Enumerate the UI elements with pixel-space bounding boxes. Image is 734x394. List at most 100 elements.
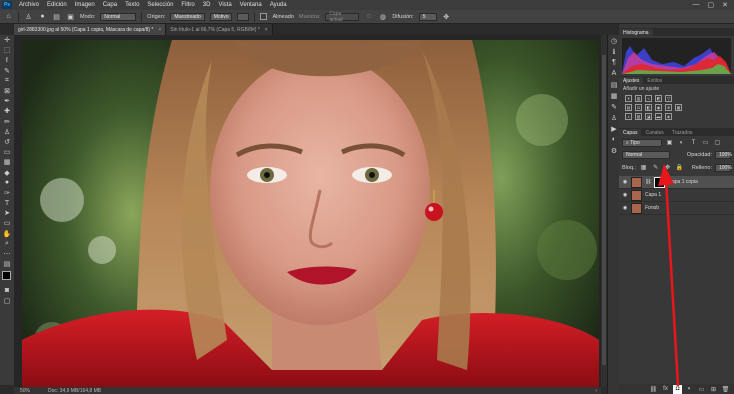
diffusion-input[interactable]: 5 — [418, 12, 437, 21]
menu-archivo[interactable]: Archivo — [15, 2, 43, 8]
color-swatches[interactable] — [0, 269, 14, 285]
sampled-button[interactable]: Muestreado — [170, 12, 205, 21]
channel-mixer-icon[interactable]: ⊕ — [665, 104, 672, 111]
quick-mask-icon[interactable]: ◙ — [0, 285, 14, 295]
tab-untitled-document[interactable]: Sin título-1 al 66,7% (Capa 5, RGB/8#) *… — [166, 24, 273, 35]
menu-vista[interactable]: Vista — [214, 2, 235, 8]
type-filter-icon[interactable]: T — [689, 138, 698, 147]
tab-channels[interactable]: Canales — [641, 129, 667, 136]
minimize-icon[interactable]: — — [693, 1, 700, 9]
threshold-icon[interactable]: ◪ — [645, 113, 652, 120]
gradient-tool-icon[interactable]: ▦ — [0, 157, 14, 167]
pen-tool-icon[interactable]: ✑ — [0, 188, 14, 198]
opacity-input[interactable]: 100% — [715, 151, 732, 159]
screen-mode-icon[interactable]: ▢ — [0, 296, 14, 306]
home-icon[interactable]: ⌂ — [4, 12, 13, 21]
color-lookup-icon[interactable]: ▦ — [675, 104, 682, 111]
color-balance-icon[interactable]: ⚖ — [635, 104, 642, 111]
tab-paths[interactable]: Trazados — [668, 129, 697, 136]
lasso-tool-icon[interactable]: ℓ — [0, 55, 14, 65]
menu-ventana[interactable]: Ventana — [236, 2, 266, 8]
ignore-adjustments-icon[interactable]: ◌ — [364, 12, 373, 21]
zoom-level[interactable]: 50% — [20, 388, 30, 394]
marquee-tool-icon[interactable]: ⬚ — [0, 45, 14, 55]
menu-edicion[interactable]: Edición — [43, 2, 71, 8]
brush-tool-icon[interactable]: ✏ — [0, 117, 14, 127]
type-tool-icon[interactable]: T — [0, 198, 14, 208]
document-image[interactable] — [22, 40, 599, 387]
maximize-icon[interactable]: ▢ — [708, 1, 715, 9]
crop-tool-icon[interactable]: ⌗ — [0, 76, 14, 86]
sample-select[interactable]: Capa actual — [325, 11, 360, 23]
brush-panel-icon[interactable]: ▤ — [52, 12, 61, 21]
path-select-tool-icon[interactable]: ➤ — [0, 208, 14, 218]
posterize-icon[interactable]: ▧ — [635, 113, 642, 120]
smart-filter-icon[interactable]: ▢ — [713, 138, 722, 147]
pattern-picker[interactable] — [237, 12, 250, 21]
tab-styles[interactable]: Estilos — [643, 77, 666, 84]
blend-mode-select[interactable]: Normal — [622, 151, 670, 159]
lock-pixels-icon[interactable]: ▦ — [639, 163, 648, 172]
menu-3d[interactable]: 3D — [199, 2, 215, 8]
shape-tool-icon[interactable]: ▭ — [0, 218, 14, 228]
clone-stamp-icon[interactable]: ♙ — [24, 12, 33, 21]
edit-toolbar-icon[interactable]: ▤ — [0, 259, 14, 269]
pattern-button[interactable]: Motivo — [209, 12, 233, 21]
healing-brush-tool-icon[interactable]: ✚ — [0, 106, 14, 116]
frame-tool-icon[interactable]: ⊠ — [0, 86, 14, 96]
more-tools-icon[interactable]: ⋯ — [0, 249, 14, 259]
hand-tool-icon[interactable]: ✋ — [0, 229, 14, 239]
status-arrow-icon[interactable]: › — [595, 388, 597, 394]
black-white-icon[interactable]: ◧ — [645, 104, 652, 111]
levels-icon[interactable]: ▥ — [635, 95, 642, 102]
foreground-color[interactable] — [2, 271, 11, 281]
photo-filter-icon[interactable]: ◉ — [655, 104, 662, 111]
invert-icon[interactable]: ◑ — [625, 113, 632, 120]
mode-select[interactable]: Normal — [100, 12, 137, 21]
adjustment-filter-icon[interactable]: ◐ — [677, 138, 686, 147]
tab-histogram[interactable]: Histograma — [619, 29, 653, 36]
vibrance-icon[interactable]: ▽ — [665, 95, 672, 102]
clone-source-icon[interactable]: ▣ — [66, 12, 75, 21]
tab-adjustments[interactable]: Ajustes — [619, 77, 644, 84]
eye-icon[interactable]: ◉ — [622, 192, 628, 198]
eye-icon[interactable]: ◉ — [622, 205, 628, 211]
move-tool-icon[interactable]: ✛ — [0, 35, 14, 45]
close-icon[interactable]: × — [158, 27, 161, 33]
dodge-tool-icon[interactable]: ● — [0, 178, 14, 188]
eye-icon[interactable]: ◉ — [622, 179, 628, 185]
close-icon[interactable]: × — [265, 27, 268, 33]
scrollbar-thumb[interactable] — [602, 55, 606, 365]
tab-girl-document[interactable]: girl-2883300.jpg al 50% (Capa 1 copia, M… — [14, 24, 167, 35]
menu-texto[interactable]: Texto — [121, 2, 143, 8]
shape-filter-icon[interactable]: ▭ — [701, 138, 710, 147]
menu-capa[interactable]: Capa — [99, 2, 121, 8]
brush-size-icon[interactable]: ● — [38, 12, 47, 21]
pressure-icon[interactable]: ◍ — [378, 12, 387, 21]
quick-select-tool-icon[interactable]: ✎ — [0, 66, 14, 76]
pixel-filter-icon[interactable]: ▣ — [665, 138, 674, 147]
eraser-tool-icon[interactable]: ▭ — [0, 147, 14, 157]
zoom-tool-icon[interactable]: ⌕ — [0, 239, 14, 249]
aligned-checkbox[interactable] — [260, 13, 268, 20]
curves-icon[interactable]: ∿ — [645, 95, 652, 102]
layer-filter-select[interactable]: ⌕ Tipo — [622, 138, 662, 147]
group-icon[interactable]: ▭ — [697, 385, 706, 394]
menu-seleccion[interactable]: Selección — [143, 2, 177, 8]
clone-stamp-tool-icon[interactable]: ♙ — [0, 127, 14, 137]
history-brush-tool-icon[interactable]: ↺ — [0, 137, 14, 147]
trash-icon[interactable]: 🗑 — [721, 385, 730, 394]
fill-input[interactable]: 100% — [715, 163, 732, 172]
menu-ayuda[interactable]: Ayuda — [266, 2, 291, 8]
eyedropper-tool-icon[interactable]: ✒ — [0, 96, 14, 106]
hue-saturation-icon[interactable]: ▤ — [625, 104, 632, 111]
selective-color-icon[interactable]: ◈ — [665, 113, 672, 120]
exposure-icon[interactable]: ◩ — [655, 95, 662, 102]
menu-imagen[interactable]: Imagen — [71, 2, 99, 8]
close-icon[interactable]: ✕ — [722, 1, 728, 9]
new-layer-icon[interactable]: ⊞ — [709, 385, 718, 394]
brightness-icon[interactable]: ☀ — [625, 95, 632, 102]
menu-filtro[interactable]: Filtro — [177, 2, 198, 8]
symmetry-icon[interactable]: ✥ — [442, 12, 451, 21]
tab-layers[interactable]: Capas — [619, 129, 642, 136]
